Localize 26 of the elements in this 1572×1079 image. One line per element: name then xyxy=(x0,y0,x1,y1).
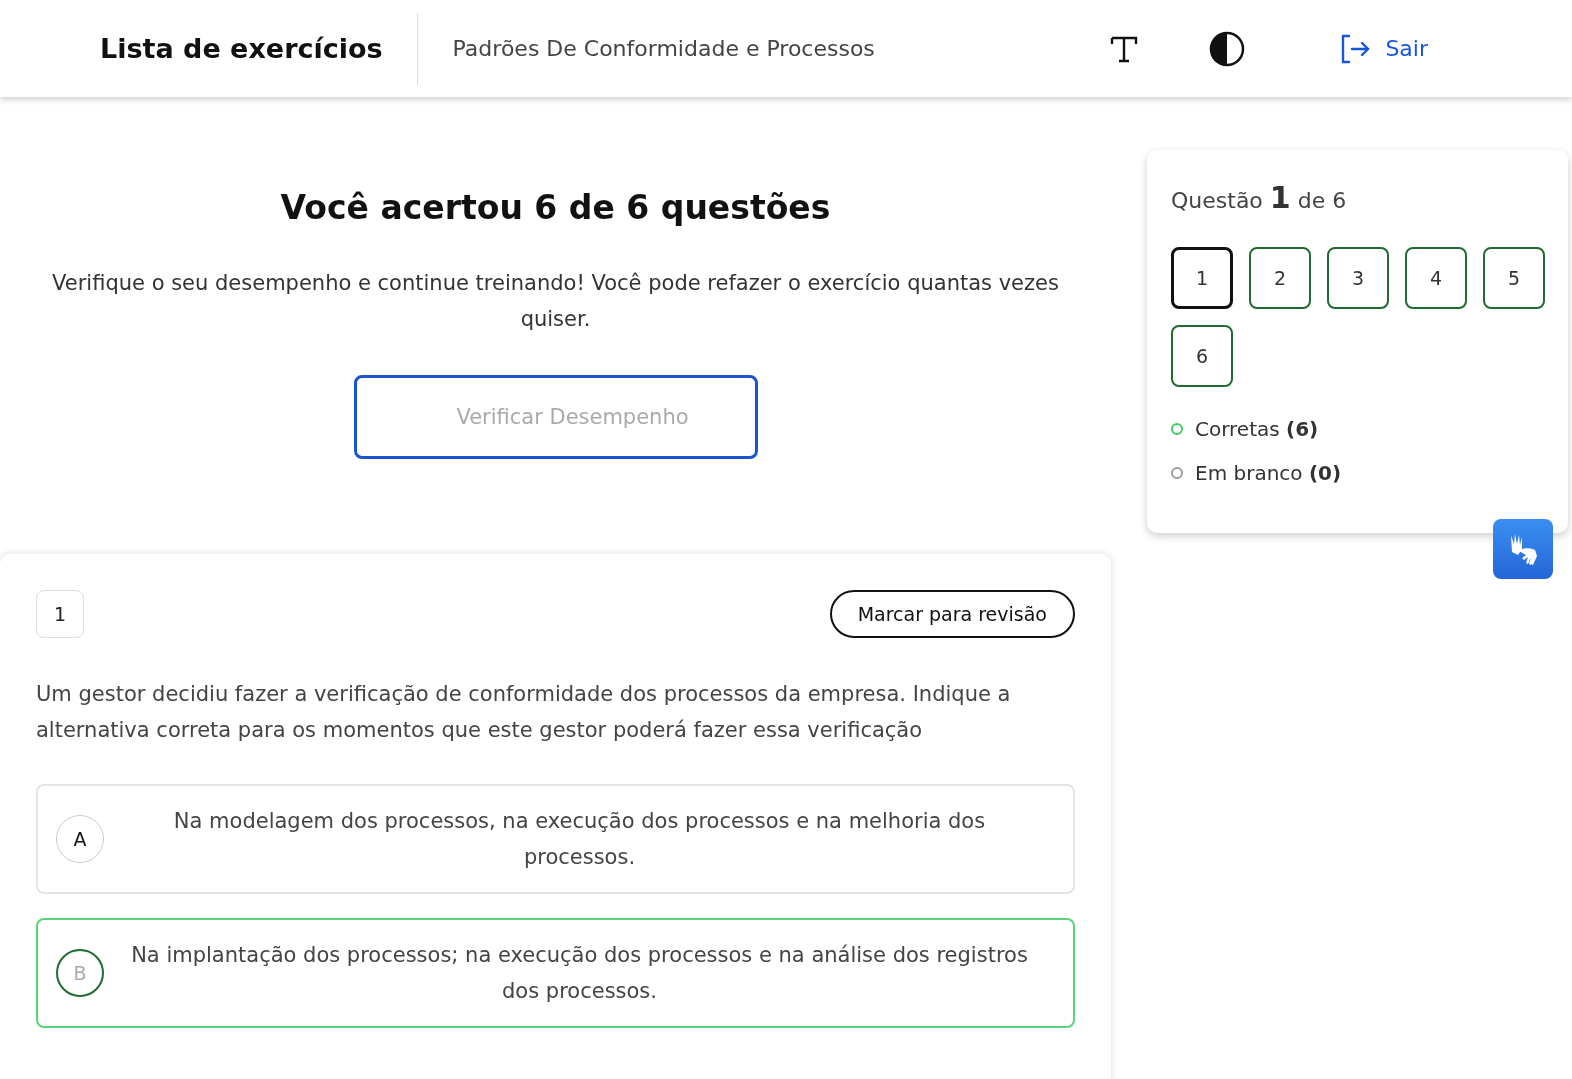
sign-language-button[interactable] xyxy=(1493,519,1553,579)
logout-icon xyxy=(1339,32,1372,65)
question-counter: Questão 1 de 6 xyxy=(1171,180,1348,215)
question-nav-button[interactable]: 6 xyxy=(1171,325,1233,387)
legend-label: Corretas (6) xyxy=(1195,417,1319,441)
question-number: 1 xyxy=(36,590,84,638)
option-text: Na implantação dos processos; na execução dos processos e na análise dos registros dos processos. xyxy=(130,942,1029,1005)
contrast-icon xyxy=(1209,30,1246,67)
question-nav-button[interactable]: 1 xyxy=(1171,247,1233,309)
option-text: Na modelagem dos processos, na execução dos processos e na melhoria dos processos. xyxy=(172,808,987,871)
result-text: Verifique o seu desempenho e continue treinando! Você pode refazer o exercício quantas vezes quiser. xyxy=(51,270,1060,333)
legend-label: Em branco (0) xyxy=(1195,461,1342,485)
question-nav-button[interactable]: 5 xyxy=(1483,247,1545,309)
course-title: Padrões De Conformidade e Processos xyxy=(452,36,876,61)
contrast-button[interactable] xyxy=(1209,30,1246,67)
question-nav-button[interactable]: 2 xyxy=(1249,247,1311,309)
result-title: Você acertou 6 de 6 questões xyxy=(280,188,831,227)
answer-option[interactable]: B Na implantação dos processos; na execução dos processos e na análise dos registros dos processos. xyxy=(36,918,1075,1028)
page-title: Lista de exercícios xyxy=(99,33,384,64)
logout-button[interactable]: Sair xyxy=(1333,31,1434,66)
option-letter: B xyxy=(56,949,104,997)
question-nav-button[interactable]: 4 xyxy=(1405,247,1467,309)
review-button[interactable]: Marcar para revisão xyxy=(829,590,1075,638)
answer-option[interactable]: A Na modelagem dos processos, na execução dos processos e na melhoria dos processos. xyxy=(36,784,1075,894)
question-text: Um gestor decidiu fazer a verificação de conformidade dos processos da empresa. Indique a alternativa correta para os momentos que este gestor poderá fazer essa verificação xyxy=(36,681,1012,744)
question-nav-button[interactable]: 3 xyxy=(1327,247,1389,309)
